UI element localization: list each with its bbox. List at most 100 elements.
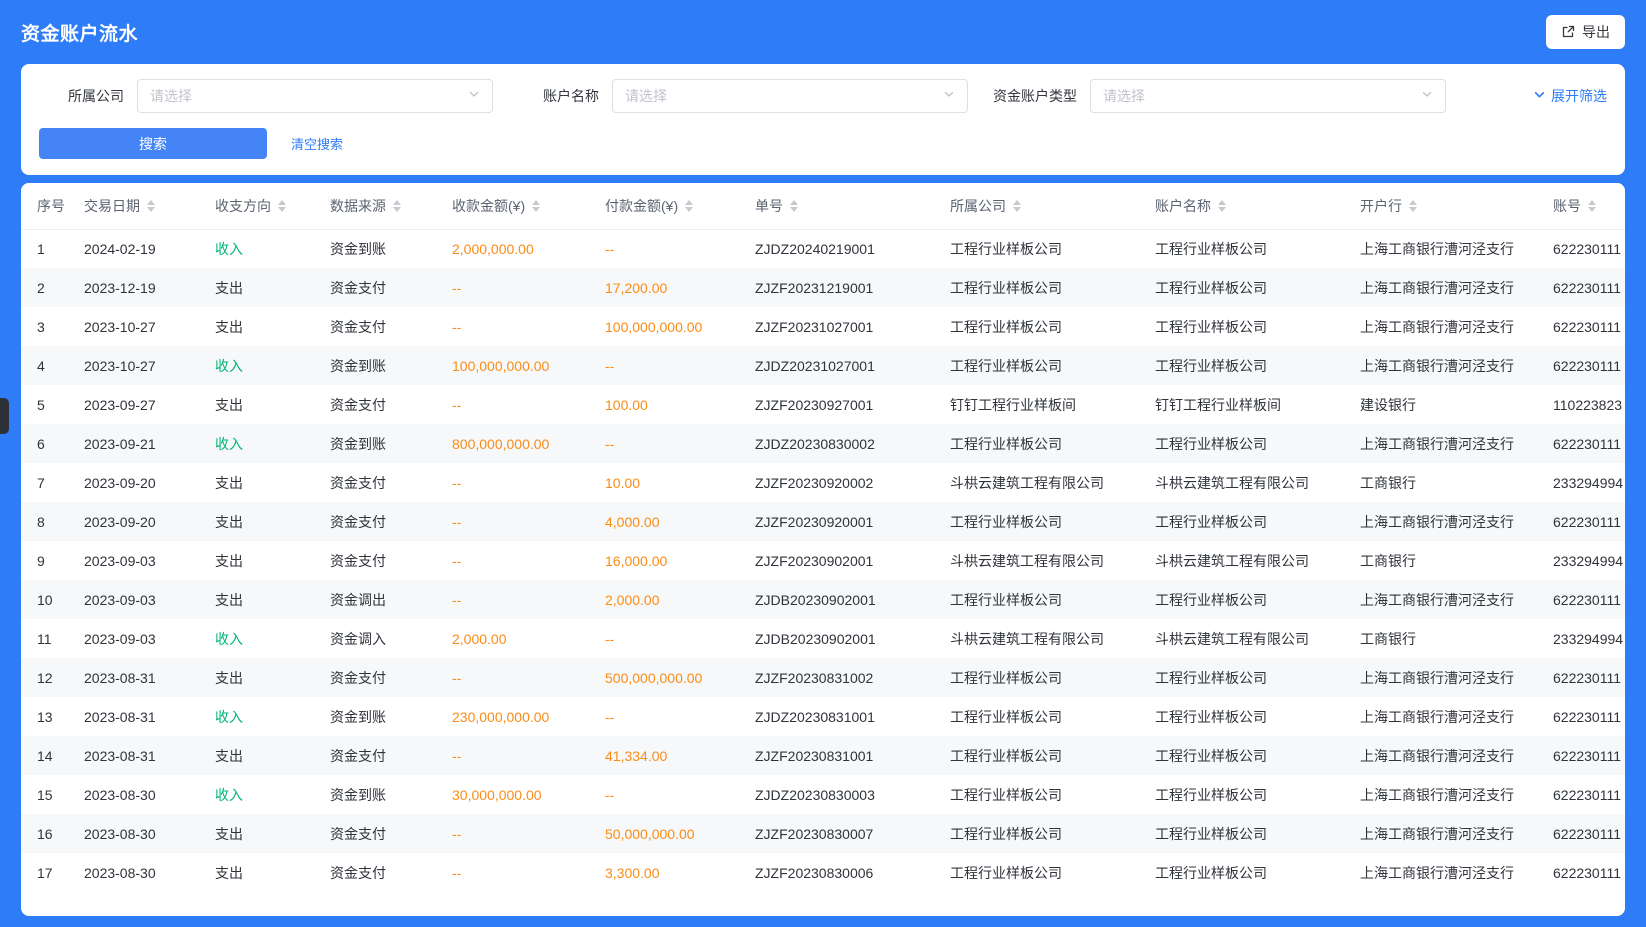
cell-company: 工程行业样板公司 [934, 697, 1139, 736]
expand-filter-label: 展开筛选 [1551, 86, 1607, 106]
table-body: 12024-02-19收入资金到账2,000,000.00--ZJDZ20240… [21, 229, 1625, 892]
table-row[interactable]: 132023-08-31收入资金到账230,000,000.00--ZJDZ20… [21, 697, 1625, 736]
cell-source: 资金到账 [314, 346, 436, 385]
column-header[interactable]: 所属公司 [934, 183, 1139, 229]
cell-payment: 100,000,000.00 [589, 307, 739, 346]
column-header[interactable]: 开户行 [1344, 183, 1537, 229]
clear-search-link[interactable]: 清空搜索 [291, 134, 343, 153]
table-row[interactable]: 162023-08-30支出资金支付--50,000,000.00ZJZF202… [21, 814, 1625, 853]
sort-icon[interactable] [532, 200, 540, 212]
column-header[interactable]: 数据来源 [314, 183, 436, 229]
column-header[interactable]: 账号 [1537, 183, 1625, 229]
cell-no: 2 [21, 268, 68, 307]
cell-payment: -- [589, 424, 739, 463]
column-header[interactable]: 收支方向 [199, 183, 314, 229]
filter-company-label: 所属公司 [68, 86, 124, 106]
cell-direction: 支出 [199, 268, 314, 307]
column-header: 序号 [21, 183, 68, 229]
table-row[interactable]: 122023-08-31支出资金支付--500,000,000.00ZJZF20… [21, 658, 1625, 697]
cell-payment: 4,000.00 [589, 502, 739, 541]
sort-icon[interactable] [1588, 200, 1596, 212]
cell-receipt: -- [436, 502, 589, 541]
table-row[interactable]: 42023-10-27收入资金到账100,000,000.00--ZJDZ202… [21, 346, 1625, 385]
sort-icon[interactable] [790, 200, 798, 212]
table-row[interactable]: 102023-09-03支出资金调出--2,000.00ZJDB20230902… [21, 580, 1625, 619]
sort-icon[interactable] [1409, 200, 1417, 212]
cell-payment: 50,000,000.00 [589, 814, 739, 853]
column-header[interactable]: 单号 [739, 183, 934, 229]
table-row[interactable]: 142023-08-31支出资金支付--41,334.00ZJZF2023083… [21, 736, 1625, 775]
cell-direction: 支出 [199, 502, 314, 541]
cell-order_no: ZJZF20230831001 [739, 736, 934, 775]
table-row[interactable]: 12024-02-19收入资金到账2,000,000.00--ZJDZ20240… [21, 229, 1625, 268]
table-row[interactable]: 32023-10-27支出资金支付--100,000,000.00ZJZF202… [21, 307, 1625, 346]
sort-icon[interactable] [1218, 200, 1226, 212]
cell-account_no: 622230111 [1537, 814, 1625, 853]
cell-order_no: ZJZF20230902001 [739, 541, 934, 580]
expand-filter-link[interactable]: 展开筛选 [1533, 86, 1607, 106]
transactions-table: 序号交易日期收支方向数据来源收款金额(¥)付款金额(¥) 单号 所属公司账户名称开户… [21, 183, 1625, 892]
cell-payment: 10.00 [589, 463, 739, 502]
cell-receipt: -- [436, 385, 589, 424]
cell-account_no: 622230111 [1537, 346, 1625, 385]
sort-icon[interactable] [1013, 200, 1021, 212]
table-row[interactable]: 22023-12-19支出资金支付--17,200.00ZJZF20231219… [21, 268, 1625, 307]
sort-icon[interactable] [147, 200, 155, 212]
filter-actions-row: 搜索 清空搜索 [39, 128, 1607, 159]
cell-account_no: 622230111 [1537, 697, 1625, 736]
cell-account_name: 工程行业样板公司 [1139, 697, 1344, 736]
filter-group-account-type: 资金账户类型 请选择 [993, 79, 1446, 113]
column-header[interactable]: 付款金额(¥) [589, 183, 739, 229]
cell-order_no: ZJDZ20230830003 [739, 775, 934, 814]
column-header[interactable]: 账户名称 [1139, 183, 1344, 229]
sort-icon[interactable] [393, 200, 401, 212]
cell-company: 工程行业样板公司 [934, 502, 1139, 541]
cell-order_no: ZJDZ20230831001 [739, 697, 934, 736]
cell-receipt: 100,000,000.00 [436, 346, 589, 385]
account-type-select[interactable]: 请选择 [1090, 79, 1446, 113]
cell-no: 8 [21, 502, 68, 541]
table-row[interactable]: 172023-08-30支出资金支付--3,300.00ZJZF20230830… [21, 853, 1625, 892]
search-button[interactable]: 搜索 [39, 128, 267, 159]
cell-bank: 建设银行 [1344, 385, 1537, 424]
table-row[interactable]: 152023-08-30收入资金到账30,000,000.00--ZJDZ202… [21, 775, 1625, 814]
table-row[interactable]: 92023-09-03支出资金支付--16,000.00ZJZF20230902… [21, 541, 1625, 580]
cell-order_no: ZJZF20231219001 [739, 268, 934, 307]
table-row[interactable]: 112023-09-03收入资金调入2,000.00--ZJDB20230902… [21, 619, 1625, 658]
cell-account_no: 622230111 [1537, 268, 1625, 307]
cell-no: 16 [21, 814, 68, 853]
account-name-select[interactable]: 请选择 [612, 79, 968, 113]
table-row[interactable]: 62023-09-21收入资金到账800,000,000.00--ZJDZ202… [21, 424, 1625, 463]
side-drawer-handle[interactable] [0, 398, 9, 434]
column-label: 单号 [755, 198, 783, 214]
cell-no: 9 [21, 541, 68, 580]
export-button[interactable]: 导出 [1546, 15, 1625, 49]
cell-no: 11 [21, 619, 68, 658]
cell-date: 2024-02-19 [68, 229, 199, 268]
filter-row: 所属公司 请选择 账户名称 请选择 资金账户类型 [39, 79, 1607, 113]
sort-icon[interactable] [685, 200, 693, 212]
company-select[interactable]: 请选择 [137, 79, 493, 113]
cell-account_no: 233294994 [1537, 541, 1625, 580]
cell-date: 2023-09-03 [68, 580, 199, 619]
sort-icon[interactable] [278, 200, 286, 212]
table-row[interactable]: 72023-09-20支出资金支付--10.00ZJZF20230920002斗… [21, 463, 1625, 502]
table-row[interactable]: 52023-09-27支出资金支付--100.00ZJZF20230927001… [21, 385, 1625, 424]
column-label: 序号 [37, 198, 65, 214]
cell-bank: 上海工商银行漕河泾支行 [1344, 580, 1537, 619]
account-type-select-placeholder: 请选择 [1103, 86, 1145, 106]
table-row[interactable]: 82023-09-20支出资金支付--4,000.00ZJZF202309200… [21, 502, 1625, 541]
cell-account_name: 工程行业样板公司 [1139, 580, 1344, 619]
cell-no: 10 [21, 580, 68, 619]
column-header[interactable]: 收款金额(¥) [436, 183, 589, 229]
cell-company: 斗栱云建筑工程有限公司 [934, 619, 1139, 658]
column-header[interactable]: 交易日期 [68, 183, 199, 229]
cell-account_no: 233294994 [1537, 463, 1625, 502]
cell-order_no: ZJZF20230920002 [739, 463, 934, 502]
cell-payment: -- [589, 697, 739, 736]
cell-account_name: 斗栱云建筑工程有限公司 [1139, 619, 1344, 658]
cell-source: 资金支付 [314, 814, 436, 853]
cell-payment: 2,000.00 [589, 580, 739, 619]
cell-source: 资金到账 [314, 775, 436, 814]
cell-bank: 上海工商银行漕河泾支行 [1344, 502, 1537, 541]
